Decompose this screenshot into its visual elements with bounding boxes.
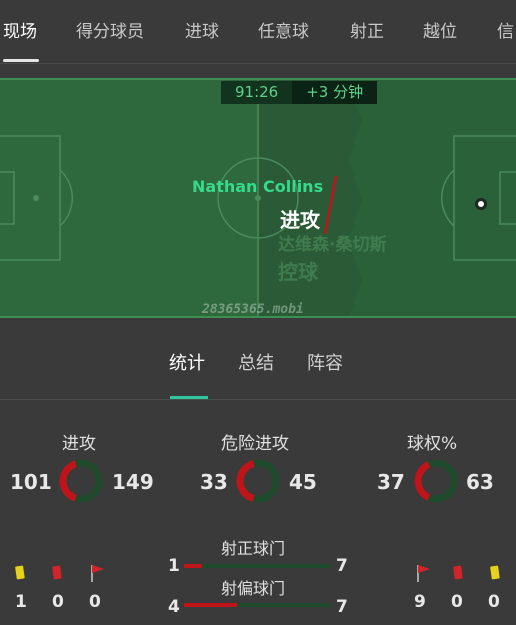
- watermark: 28365365.mobi: [202, 302, 304, 317]
- bar-home-shots-off-target: 4: [168, 597, 180, 617]
- stat-home-dangerous-attacks: 33: [200, 470, 228, 494]
- stat-away-dangerous-attacks: 45: [289, 470, 317, 494]
- tab-scorers[interactable]: 得分球员: [76, 17, 144, 42]
- bar-fill-shots-off-target: [184, 603, 238, 607]
- tab-goals[interactable]: 进球: [185, 17, 219, 42]
- red-card-icon: [52, 565, 62, 580]
- bar-fill-shots-on-target: [184, 564, 203, 568]
- stat-home-attacks: 101: [10, 470, 52, 494]
- top-tab-bar: 现场 得分球员 进球 任意球 射正 越位 信: [0, 0, 516, 64]
- tab-free-kicks[interactable]: 任意球: [258, 17, 309, 42]
- tab-shots-on-target[interactable]: 射正: [350, 17, 384, 42]
- stat-away-attacks: 149: [112, 470, 154, 494]
- pitch-lines: [0, 80, 516, 316]
- away-corner-count: 9: [414, 592, 426, 612]
- bar-home-shots-on-target: 1: [168, 556, 180, 576]
- bar-label-shots-on-target: 射正球门: [221, 539, 286, 558]
- away-yellow-count: 0: [488, 592, 500, 612]
- corner-flag-icon: [91, 565, 104, 582]
- yellow-card-icon: [490, 565, 500, 580]
- clock-time: 91:26: [221, 81, 293, 104]
- bar-away-shots-off-target: 7: [336, 597, 348, 617]
- fading-player-name: 达维森·桑切斯: [278, 235, 387, 255]
- tab-lineups[interactable]: 阵容: [307, 349, 343, 375]
- away-red-count: 0: [451, 592, 463, 612]
- home-red-count: 0: [52, 592, 64, 612]
- stat-home-possession: 37: [377, 470, 405, 494]
- yellow-card-icon: [15, 565, 25, 580]
- home-corner-count: 0: [89, 592, 101, 612]
- bar-track-shots-on-target: [184, 564, 330, 568]
- stat-title-attacks: 进攻: [62, 434, 96, 454]
- donut-attacks: [59, 459, 103, 503]
- sub-tab-bar: 统计 总结 阵容: [0, 318, 516, 400]
- stat-away-possession: 63: [466, 470, 494, 494]
- bar-away-shots-on-target: 7: [336, 556, 348, 576]
- home-yellow-count: 1: [15, 592, 27, 612]
- tab-stats[interactable]: 统计: [169, 349, 205, 375]
- stat-title-dangerous-attacks: 危险进攻: [221, 434, 289, 454]
- red-card-icon: [453, 565, 463, 580]
- active-tab-indicator: [3, 59, 39, 62]
- pitch-animation: [0, 78, 516, 318]
- fading-event-label: 控球: [278, 260, 318, 284]
- tab-live[interactable]: 现场: [3, 17, 37, 42]
- event-label: 进攻: [280, 208, 320, 232]
- bar-label-shots-off-target: 射偏球门: [221, 579, 286, 598]
- added-time: +3 分钟: [292, 81, 378, 104]
- player-name: Nathan Collins: [192, 177, 324, 196]
- corner-flag-icon: [417, 565, 430, 582]
- active-subtab-indicator: [170, 396, 208, 399]
- donut-possession: [414, 459, 458, 503]
- match-clock: 91:26 +3 分钟: [221, 81, 378, 104]
- tab-more[interactable]: 信: [497, 17, 514, 42]
- tab-summary[interactable]: 总结: [238, 349, 274, 375]
- tab-offsides[interactable]: 越位: [423, 17, 457, 42]
- stat-title-possession: 球权%: [407, 434, 458, 454]
- donut-dangerous-attacks: [236, 459, 280, 503]
